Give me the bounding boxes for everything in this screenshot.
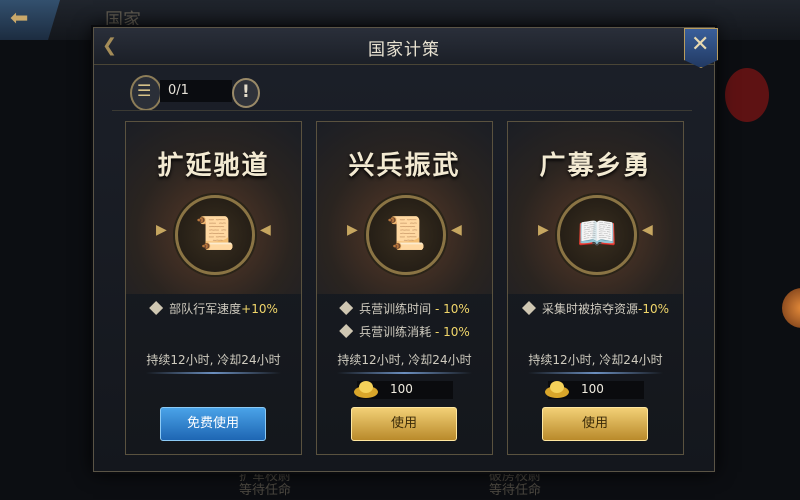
glow-divider: [146, 372, 281, 374]
cost-display: 100: [354, 381, 453, 399]
gold-ingot-icon: [545, 381, 569, 398]
effect-label: 兵营训练消耗: [359, 325, 432, 339]
side-round-button[interactable]: [782, 288, 800, 328]
effect-diamond-icon: [339, 324, 354, 338]
gold-ingot-icon: [354, 381, 378, 398]
use-button[interactable]: 使用: [542, 407, 648, 441]
cost-display: 100: [545, 381, 644, 399]
effect-value: - 10%: [431, 325, 470, 339]
effect-row: 兵营训练消耗 - 10%: [317, 323, 492, 340]
free-use-button[interactable]: 免费使用: [160, 407, 266, 441]
info-button[interactable]: !: [232, 78, 260, 108]
ornament-arrow-icon: ◀: [451, 222, 462, 238]
seal-badge: [725, 68, 769, 122]
divider: [112, 110, 692, 111]
card-title: 广募乡勇: [539, 151, 652, 181]
strategy-card-1: 扩延驰道 ▶ 📜 ◀ 部队行军速度+10% 持续12小时, 冷却24小时 免费使…: [125, 121, 302, 455]
effect-value: -10%: [638, 302, 670, 316]
ornament-arrow-icon: ◀: [642, 222, 653, 238]
ornament-arrow-icon: ▶: [538, 222, 549, 238]
usage-counter-text: 0/1: [168, 83, 189, 98]
footer-right-line1: 破房校尉: [488, 469, 541, 484]
effect-label: 部队行军速度: [169, 302, 242, 316]
footer-officer-left: 扩军校尉 等待任命: [220, 470, 310, 498]
strategy-card-2: 兴兵振武 ▶ 📜 ◀ 兵营训练时间 - 10% 兵营训练消耗 - 10% 持续1…: [316, 121, 493, 455]
usage-counter: 0/1: [160, 80, 232, 102]
scroll-counter-icon: ☰: [130, 75, 162, 111]
close-button[interactable]: ✕: [684, 28, 718, 68]
ornament-arrow-icon: ▶: [156, 222, 167, 238]
close-cross-icon: ✕: [691, 32, 710, 57]
dialog-header: ❮ 国家计策: [94, 28, 714, 65]
footer-left-line1: 扩军校尉: [238, 469, 291, 484]
scroll-book-icon: 📜: [366, 195, 446, 275]
duration-text: 持续12小时, 冷却24小时: [146, 353, 281, 367]
footer-officer-right: 破房校尉 等待任命: [470, 470, 560, 498]
effect-row: 采集时被掠夺资源-10%: [508, 300, 683, 317]
effect-diamond-icon: [149, 301, 164, 315]
exclamation-icon: !: [242, 82, 250, 102]
glow-divider: [337, 372, 472, 374]
card-title: 兴兵振武: [348, 151, 461, 181]
ornament-arrow-icon: ▶: [347, 222, 358, 238]
card-title: 扩延驰道: [157, 151, 270, 181]
effect-row: 兵营训练时间 - 10%: [317, 300, 492, 317]
strategy-card-3: 广募乡勇 ▶ 📖 ◀ 采集时被掠夺资源-10% 持续12小时, 冷却24小时 1…: [507, 121, 684, 455]
cost-value: 100: [390, 382, 413, 396]
ornament-arrow-icon: ◀: [260, 222, 271, 238]
cost-value: 100: [581, 382, 604, 396]
footer-right-line2: 等待任命: [488, 483, 541, 498]
effect-row: 部队行军速度+10%: [126, 300, 301, 317]
scroll-map-icon: 📜: [175, 195, 255, 275]
open-book-icon: 📖: [557, 195, 637, 275]
back-arrow-icon: ⬅: [10, 6, 29, 31]
duration-text: 持续12小时, 冷却24小时: [528, 353, 663, 367]
footer-left-line2: 等待任命: [238, 483, 291, 498]
effect-value: +10%: [241, 302, 278, 316]
effect-diamond-icon: [521, 301, 536, 315]
effect-label: 兵营训练时间: [359, 302, 432, 316]
effect-value: - 10%: [431, 302, 470, 316]
glow-divider: [528, 372, 663, 374]
duration-text: 持续12小时, 冷却24小时: [337, 353, 472, 367]
use-button[interactable]: 使用: [351, 407, 457, 441]
effect-diamond-icon: [339, 301, 354, 315]
effect-label: 采集时被掠夺资源: [541, 302, 638, 316]
dialog-title: 国家计策: [368, 40, 440, 60]
